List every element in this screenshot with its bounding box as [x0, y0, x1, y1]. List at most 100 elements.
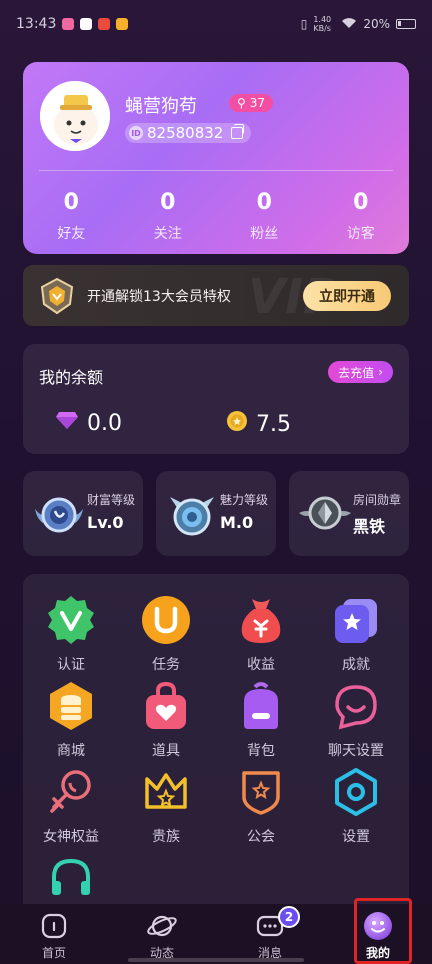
coin-icon — [226, 410, 248, 438]
stat-fans[interactable]: 0 粉丝 — [216, 190, 313, 243]
recharge-button[interactable]: 去充值 › — [328, 361, 393, 383]
recharge-label: 去充值 — [338, 365, 375, 380]
grid-item-props[interactable]: 道具 — [126, 678, 206, 760]
status-time: 13:43 — [16, 16, 57, 32]
nickname: 蝇营狗苟 — [125, 96, 197, 117]
task-icon — [138, 592, 194, 648]
grid-label: 任务 — [152, 657, 180, 673]
planet-icon — [146, 910, 178, 942]
vip-badge-icon — [37, 276, 77, 316]
nav-label: 首页 — [41, 946, 66, 960]
balance-title: 我的余额 — [39, 368, 104, 387]
app-notification-icon — [80, 18, 93, 30]
wealth-level-icon — [31, 487, 87, 543]
vibrate-icon: ▯ — [300, 17, 308, 31]
vip-promo-text: 开通解锁13大会员特权 — [87, 288, 231, 305]
grid-label: 女神权益 — [43, 829, 99, 845]
function-grid: 认证 任务 收益 成就 商城 道具 背包 聊天设置 女神权益 贵族 公会 设置 — [23, 574, 409, 914]
crown-icon — [138, 764, 194, 820]
level-title: 财富等级 — [87, 493, 136, 507]
stat-value: 0 — [63, 190, 79, 215]
key-icon: ⚲ — [237, 96, 246, 110]
grid-item-achievement[interactable]: 成就 — [316, 592, 396, 674]
stat-label: 关注 — [153, 226, 182, 242]
home-indicator — [128, 958, 304, 962]
achievement-icon — [328, 592, 384, 648]
grid-label: 商城 — [57, 743, 85, 759]
stat-value: 0 — [256, 190, 272, 215]
battery-icon — [396, 19, 416, 29]
status-bar: 13:43 ▯ 1.40 KB/s 20% — [0, 0, 432, 48]
app-notification-icon — [116, 18, 129, 30]
stat-visitors[interactable]: 0 访客 — [313, 190, 410, 243]
network-speed: 1.40 KB/s — [313, 15, 332, 33]
user-id: 82580832 — [147, 124, 224, 142]
grid-item-customer-service[interactable] — [31, 850, 111, 912]
stat-friends[interactable]: 0 好友 — [23, 190, 120, 243]
diamond-icon — [55, 410, 79, 436]
diamond-amount: 0.0 — [87, 410, 122, 436]
avatar[interactable] — [40, 81, 110, 151]
selection-highlight — [354, 898, 412, 964]
unread-badge: 2 — [278, 906, 300, 928]
grid-item-noble[interactable]: 贵族 — [126, 764, 206, 846]
level-title: 房间勋章 — [353, 493, 402, 507]
vip-banner[interactable]: VIP 开通解锁13大会员特权 立即开通 — [23, 265, 409, 326]
props-icon — [138, 678, 194, 734]
divider — [39, 170, 393, 171]
nav-home[interactable]: 首页 — [0, 904, 108, 964]
key-badge: ⚲ 37 — [229, 94, 274, 112]
grid-item-task[interactable]: 任务 — [126, 592, 206, 674]
grid-label: 设置 — [342, 829, 370, 845]
level-value: M.0 — [220, 513, 254, 532]
stat-value: 0 — [353, 190, 369, 215]
grid-item-backpack[interactable]: 背包 — [221, 678, 301, 760]
grid-item-income[interactable]: 收益 — [221, 592, 301, 674]
nav-moments[interactable]: 动态 — [108, 904, 216, 964]
backpack-icon — [233, 678, 289, 734]
level-value: 黑铁 — [353, 517, 386, 536]
grid-label: 收益 — [247, 657, 275, 673]
app-notification-icon — [62, 18, 75, 30]
balance-card: 我的余额 去充值 › 0.0 7.5 — [23, 344, 409, 454]
room-medal-icon — [297, 487, 353, 543]
grid-item-goddess[interactable]: 女神权益 — [31, 764, 111, 846]
settings-icon — [328, 764, 384, 820]
grid-label: 贵族 — [152, 829, 180, 845]
chevron-right-icon: › — [378, 365, 383, 379]
coin-amount: 7.5 — [256, 411, 291, 437]
wealth-level-card[interactable]: 财富等级 Lv.0 — [23, 471, 143, 556]
grid-label: 成就 — [342, 657, 370, 673]
grid-label: 公会 — [247, 829, 275, 845]
profile-card[interactable]: 蝇营狗苟 ⚲ 37 ID 82580832 0 好友 0 关注 0 粉丝 0 访… — [23, 62, 409, 254]
grid-label: 聊天设置 — [328, 743, 384, 759]
nav-messages[interactable]: 2 消息 — [216, 904, 324, 964]
room-medal-card[interactable]: 房间勋章 黑铁 — [289, 471, 409, 556]
grid-item-guild[interactable]: 公会 — [221, 764, 301, 846]
grid-label: 背包 — [247, 743, 275, 759]
grid-item-settings[interactable]: 设置 — [316, 764, 396, 846]
vip-open-button[interactable]: 立即开通 — [303, 281, 391, 311]
stat-value: 0 — [160, 190, 176, 215]
grid-item-mall[interactable]: 商城 — [31, 678, 111, 760]
verify-icon — [43, 592, 99, 648]
id-icon: ID — [129, 126, 143, 140]
copy-icon[interactable] — [231, 124, 245, 139]
key-count: 37 — [249, 96, 266, 110]
goddess-icon — [43, 764, 99, 820]
guild-icon — [233, 764, 289, 820]
grid-item-verify[interactable]: 认证 — [31, 592, 111, 674]
level-title: 魅力等级 — [220, 493, 269, 507]
stat-following[interactable]: 0 关注 — [120, 190, 217, 243]
charm-level-card[interactable]: 魅力等级 M.0 — [156, 471, 276, 556]
diamond-balance[interactable]: 0.0 — [55, 410, 122, 436]
chat-settings-icon — [328, 678, 384, 734]
grid-item-chat-settings[interactable]: 聊天设置 — [316, 678, 396, 760]
grid-label: 道具 — [152, 743, 180, 759]
coin-balance[interactable]: 7.5 — [226, 410, 291, 438]
user-id-badge: ID 82580832 — [125, 123, 252, 143]
money-bag-icon — [233, 592, 289, 648]
home-icon — [38, 910, 70, 942]
battery-percent: 20% — [363, 17, 390, 31]
mall-icon — [43, 678, 99, 734]
